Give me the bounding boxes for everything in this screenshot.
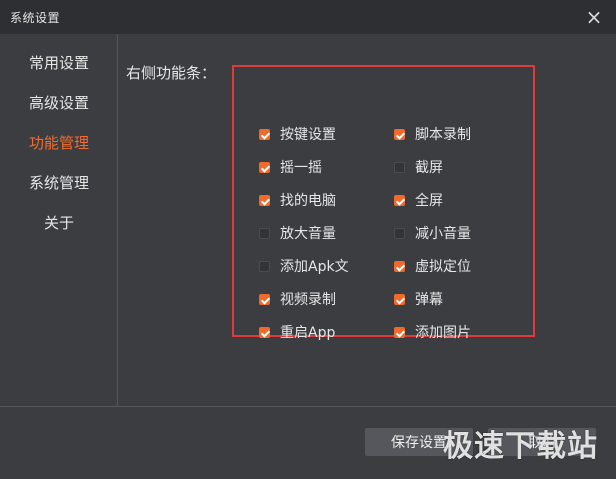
checkbox[interactable] xyxy=(259,326,270,338)
close-button[interactable]: × xyxy=(582,5,606,29)
checkbox[interactable] xyxy=(259,260,270,272)
section-label: 右侧功能条： xyxy=(126,64,217,82)
checkbox[interactable] xyxy=(394,161,405,173)
checkbox[interactable] xyxy=(259,293,270,305)
sidebar-item-feature-management[interactable]: 功能管理 xyxy=(0,132,118,153)
sidebar-item-about[interactable]: 关于 xyxy=(0,212,118,233)
close-icon: × xyxy=(585,5,603,29)
option-label: 按键设置 xyxy=(280,127,336,143)
checkbox[interactable] xyxy=(394,293,405,305)
checkbox[interactable] xyxy=(259,194,270,206)
option-danmaku[interactable]: 弹幕 xyxy=(394,289,443,309)
option-my-computer[interactable]: 找的电脑 xyxy=(259,190,336,210)
option-label: 重启App xyxy=(280,325,336,341)
sidebar-item-advanced-settings[interactable]: 高级设置 xyxy=(0,92,118,113)
option-virtual-location[interactable]: 虚拟定位 xyxy=(394,256,471,276)
option-label: 摇一摇 xyxy=(280,160,322,176)
checkbox[interactable] xyxy=(394,128,405,140)
option-label: 找的电脑 xyxy=(280,193,336,209)
option-volume-down[interactable]: 减小音量 xyxy=(394,223,471,243)
checkbox[interactable] xyxy=(394,326,405,338)
settings-window: 系统设置 × 常用设置 高级设置 功能管理 系统管理 关于 右侧功能条： 按键设… xyxy=(0,0,616,479)
checkbox[interactable] xyxy=(394,227,405,239)
option-label: 减小音量 xyxy=(415,226,471,242)
sidebar: 常用设置 高级设置 功能管理 系统管理 关于 xyxy=(0,34,118,406)
footer-divider xyxy=(0,406,616,407)
option-script-record[interactable]: 脚本录制 xyxy=(394,124,471,144)
option-label: 添加Apk文 xyxy=(280,259,349,275)
option-label: 脚本录制 xyxy=(415,127,471,143)
option-label: 虚拟定位 xyxy=(415,259,471,275)
option-label: 弹幕 xyxy=(415,292,443,308)
checkbox[interactable] xyxy=(259,128,270,140)
option-restart-app[interactable]: 重启App xyxy=(259,322,335,342)
option-add-apk[interactable]: 添加Apk文 xyxy=(259,256,349,276)
option-key-settings[interactable]: 按键设置 xyxy=(259,124,336,144)
sidebar-item-system-management[interactable]: 系统管理 xyxy=(0,172,118,193)
checkbox[interactable] xyxy=(394,194,405,206)
option-label: 截屏 xyxy=(415,160,443,176)
titlebar: 系统设置 × xyxy=(0,0,616,34)
option-video-record[interactable]: 视频录制 xyxy=(259,289,336,309)
option-label: 放大音量 xyxy=(280,226,336,242)
main-content: 右侧功能条： 按键设置 脚本录制 摇一摇 截屏 找的电脑 全屏 放大音量 减小音… xyxy=(118,34,616,406)
option-add-image[interactable]: 添加图片 xyxy=(394,322,471,342)
option-shake[interactable]: 摇一摇 xyxy=(259,157,322,177)
feature-options-box: 按键设置 脚本录制 摇一摇 截屏 找的电脑 全屏 放大音量 减小音量 添加Apk… xyxy=(232,65,535,341)
checkbox[interactable] xyxy=(394,260,405,272)
option-label: 视频录制 xyxy=(280,292,336,308)
option-label: 添加图片 xyxy=(415,325,471,341)
save-button[interactable]: 保存设置 xyxy=(365,428,473,456)
checkbox[interactable] xyxy=(259,227,270,239)
window-title: 系统设置 xyxy=(10,11,61,25)
option-fullscreen[interactable]: 全屏 xyxy=(394,190,443,210)
checkbox[interactable] xyxy=(259,161,270,173)
option-volume-up[interactable]: 放大音量 xyxy=(259,223,336,243)
cancel-button[interactable]: 取消 xyxy=(488,428,596,456)
option-label: 全屏 xyxy=(415,193,443,209)
sidebar-item-common-settings[interactable]: 常用设置 xyxy=(0,52,118,73)
option-screenshot[interactable]: 截屏 xyxy=(394,157,443,177)
